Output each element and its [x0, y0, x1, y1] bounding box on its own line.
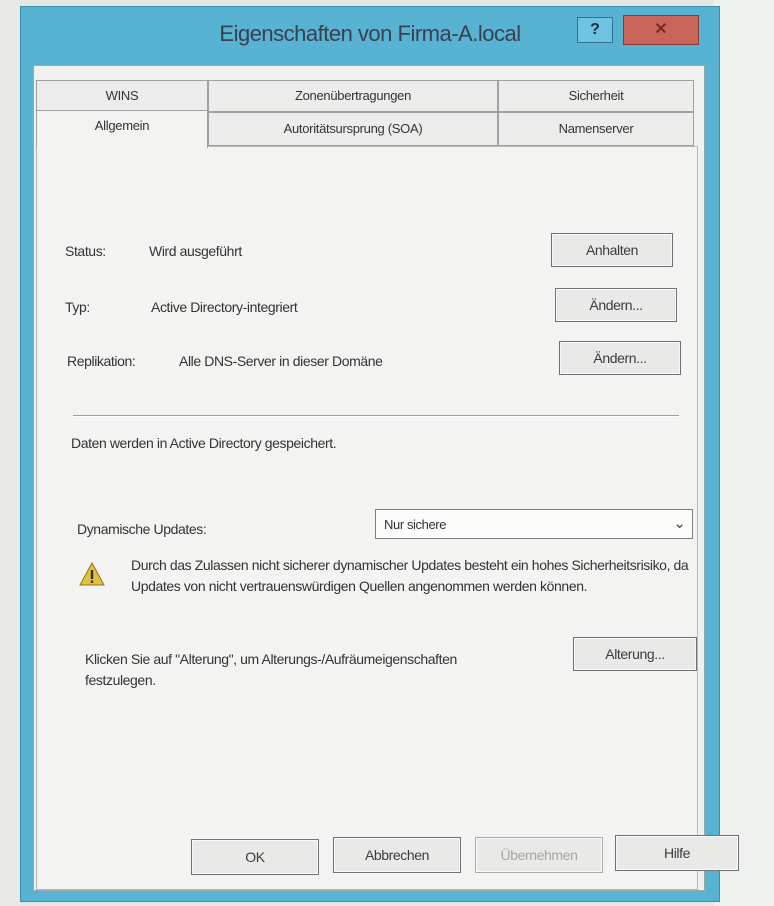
chevron-down-icon: ⌄	[673, 515, 686, 532]
aging-hint-text: Klicken Sie auf "Alterung", um Alterungs…	[85, 651, 457, 688]
replication-label: Replikation:	[67, 353, 136, 369]
tab-wins[interactable]: WINS	[36, 80, 208, 112]
background-left	[0, 0, 20, 906]
background-right	[714, 0, 774, 906]
type-label: Typ:	[65, 299, 90, 315]
replication-value: Alle DNS-Server in dieser Domäne	[179, 353, 383, 369]
title-bar: Eigenschaften von Firma-A.local ? ✕	[21, 7, 719, 65]
section-divider	[73, 415, 679, 417]
tab-zone-transfers[interactable]: Zonenübertragungen	[208, 80, 498, 112]
dynamic-updates-label: Dynamische Updates:	[77, 521, 207, 537]
tab-general[interactable]: Allgemein	[36, 110, 208, 148]
dynamic-updates-selected-value: Nur sichere	[384, 517, 447, 532]
warning-icon	[79, 561, 105, 586]
change-type-button[interactable]: Ändern...	[555, 288, 677, 322]
type-value: Active Directory-integriert	[151, 299, 298, 315]
cancel-button[interactable]: Abbrechen	[333, 837, 461, 873]
close-button[interactable]: ✕	[623, 15, 699, 45]
dialog-title: Eigenschaften von Firma-A.local	[219, 21, 521, 46]
properties-dialog: Eigenschaften von Firma-A.local ? ✕ WINS…	[20, 6, 739, 902]
tab-security[interactable]: Sicherheit	[498, 80, 694, 112]
tab-name-servers[interactable]: Namenserver	[498, 112, 694, 146]
ok-button[interactable]: OK	[191, 839, 319, 875]
help-title-button[interactable]: ?	[577, 17, 613, 43]
dynamic-updates-select[interactable]: Nur sichere ⌄	[375, 509, 693, 539]
pause-button[interactable]: Anhalten	[551, 233, 673, 267]
apply-button[interactable]: Übernehmen	[475, 837, 603, 873]
close-icon: ✕	[654, 21, 668, 38]
aging-button[interactable]: Alterung...	[573, 637, 697, 671]
tab-soa[interactable]: Autoritätsursprung (SOA)	[208, 112, 498, 146]
change-replication-button[interactable]: Ändern...	[559, 341, 681, 375]
security-warning-text: Durch das Zulassen nicht sicherer dynami…	[131, 557, 689, 594]
status-label: Status:	[65, 243, 106, 259]
status-value: Wird ausgeführt	[149, 243, 242, 259]
dialog-client-area: WINS Zonenübertragungen Sicherheit Allge…	[33, 65, 705, 891]
help-button[interactable]: Hilfe	[615, 835, 739, 871]
general-tab-panel: Status: Wird ausgeführt Anhalten Typ: Ac…	[36, 146, 698, 890]
storage-info-text: Daten werden in Active Directory gespeic…	[71, 435, 337, 451]
